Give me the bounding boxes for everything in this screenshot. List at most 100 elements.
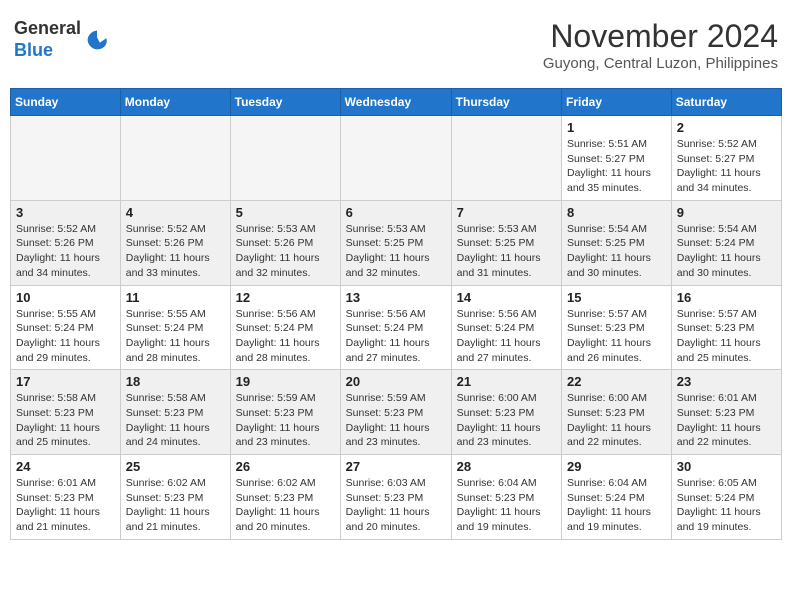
calendar-day-cell — [340, 116, 451, 201]
calendar-day-cell: 16Sunrise: 5:57 AMSunset: 5:23 PMDayligh… — [671, 285, 781, 370]
calendar-day-cell: 6 Sunrise: 5:53 AMSunset: 5:25 PMDaylight… — [340, 200, 451, 285]
calendar-day-cell: 25 Sunrise: 6:02 AMSunset: 5:23 PMDayligh… — [120, 455, 230, 540]
calendar-day-header: Tuesday — [230, 89, 340, 116]
calendar-day-cell: 27 Sunrise: 6:03 AMSunset: 5:23 PMDayligh… — [340, 455, 451, 540]
logo: General Blue — [14, 18, 111, 61]
calendar-day-cell: 17 Sunrise: 5:58 AMSunset: 5:23 PMDayligh… — [11, 370, 121, 455]
day-info: Sunrise: 6:05 AMSunset: 5:24 PMDaylight:… — [677, 476, 776, 535]
day-info: Sunrise: 6:01 AMSunset: 5:23 PMDaylight:… — [16, 476, 115, 535]
day-info: Sunrise: 5:52 AMSunset: 5:26 PMDaylight:… — [16, 222, 115, 281]
calendar-day-cell: 10 Sunrise: 5:55 AMSunset: 5:24 PMDayligh… — [11, 285, 121, 370]
day-info: Sunrise: 5:58 AMSunset: 5:23 PMDaylight:… — [126, 391, 225, 450]
calendar-day-header: Saturday — [671, 89, 781, 116]
day-info: Sunrise: 5:57 AMSunset: 5:23 PMDaylight:… — [567, 307, 666, 366]
calendar-day-header: Sunday — [11, 89, 121, 116]
day-number: 30 — [677, 459, 776, 474]
day-info: Sunrise: 5:55 AMSunset: 5:24 PMDaylight:… — [16, 307, 115, 366]
day-number: 21 — [457, 374, 556, 389]
calendar-day-cell: 22 Sunrise: 6:00 AMSunset: 5:23 PMDayligh… — [562, 370, 672, 455]
logo-general: General — [14, 18, 81, 38]
calendar-day-cell: 20Sunrise: 5:59 AMSunset: 5:23 PMDayligh… — [340, 370, 451, 455]
day-number: 22 — [567, 374, 666, 389]
logo-blue: Blue — [14, 40, 53, 60]
location-title: Guyong, Central Luzon, Philippines — [543, 55, 778, 72]
day-info: Sunrise: 5:55 AMSunset: 5:24 PMDaylight:… — [126, 307, 225, 366]
calendar-day-cell: 3 Sunrise: 5:52 AMSunset: 5:26 PMDaylight… — [11, 200, 121, 285]
day-number: 17 — [16, 374, 115, 389]
day-info: Sunrise: 5:53 AMSunset: 5:25 PMDaylight:… — [346, 222, 446, 281]
title-area: November 2024 Guyong, Central Luzon, Phi… — [543, 18, 778, 72]
calendar-day-header: Friday — [562, 89, 672, 116]
calendar-day-cell: 29 Sunrise: 6:04 AMSunset: 5:24 PMDayligh… — [562, 455, 672, 540]
calendar-day-cell — [451, 116, 561, 201]
calendar-table: SundayMondayTuesdayWednesdayThursdayFrid… — [10, 88, 782, 540]
day-number: 8 — [567, 205, 666, 220]
day-number: 6 — [346, 205, 446, 220]
day-number: 9 — [677, 205, 776, 220]
day-number: 26 — [236, 459, 335, 474]
calendar-day-cell: 30 Sunrise: 6:05 AMSunset: 5:24 PMDayligh… — [671, 455, 781, 540]
day-number: 28 — [457, 459, 556, 474]
day-info: Sunrise: 5:52 AMSunset: 5:27 PMDaylight:… — [677, 137, 776, 196]
page-header: General Blue November 2024 Guyong, Centr… — [10, 10, 782, 80]
calendar-day-cell — [120, 116, 230, 201]
day-number: 23 — [677, 374, 776, 389]
calendar-day-cell: 28 Sunrise: 6:04 AMSunset: 5:23 PMDayligh… — [451, 455, 561, 540]
day-info: Sunrise: 6:04 AMSunset: 5:24 PMDaylight:… — [567, 476, 666, 535]
calendar-week-row: 3 Sunrise: 5:52 AMSunset: 5:26 PMDaylight… — [11, 200, 782, 285]
day-number: 14 — [457, 290, 556, 305]
calendar-day-cell: 2 Sunrise: 5:52 AMSunset: 5:27 PMDaylight… — [671, 116, 781, 201]
day-info: Sunrise: 6:03 AMSunset: 5:23 PMDaylight:… — [346, 476, 446, 535]
day-info: Sunrise: 5:51 AMSunset: 5:27 PMDaylight:… — [567, 137, 666, 196]
day-info: Sunrise: 5:56 AMSunset: 5:24 PMDaylight:… — [346, 307, 446, 366]
day-info: Sunrise: 5:53 AMSunset: 5:25 PMDaylight:… — [457, 222, 556, 281]
day-number: 5 — [236, 205, 335, 220]
day-number: 19 — [236, 374, 335, 389]
calendar-day-cell: 4Sunrise: 5:52 AMSunset: 5:26 PMDaylight… — [120, 200, 230, 285]
day-info: Sunrise: 5:57 AMSunset: 5:23 PMDaylight:… — [677, 307, 776, 366]
day-info: Sunrise: 6:04 AMSunset: 5:23 PMDaylight:… — [457, 476, 556, 535]
calendar-day-cell: 19Sunrise: 5:59 AMSunset: 5:23 PMDayligh… — [230, 370, 340, 455]
day-info: Sunrise: 5:52 AMSunset: 5:26 PMDaylight:… — [126, 222, 225, 281]
calendar-day-cell: 15 Sunrise: 5:57 AMSunset: 5:23 PMDayligh… — [562, 285, 672, 370]
day-number: 13 — [346, 290, 446, 305]
calendar-day-cell: 11Sunrise: 5:55 AMSunset: 5:24 PMDayligh… — [120, 285, 230, 370]
calendar-week-row: 1 Sunrise: 5:51 AMSunset: 5:27 PMDaylight… — [11, 116, 782, 201]
day-info: Sunrise: 6:00 AMSunset: 5:23 PMDaylight:… — [567, 391, 666, 450]
day-info: Sunrise: 6:02 AMSunset: 5:23 PMDaylight:… — [236, 476, 335, 535]
calendar-day-cell: 8 Sunrise: 5:54 AMSunset: 5:25 PMDaylight… — [562, 200, 672, 285]
calendar-day-cell — [230, 116, 340, 201]
day-info: Sunrise: 5:56 AMSunset: 5:24 PMDaylight:… — [457, 307, 556, 366]
calendar-day-cell: 24Sunrise: 6:01 AMSunset: 5:23 PMDayligh… — [11, 455, 121, 540]
calendar-header-row: SundayMondayTuesdayWednesdayThursdayFrid… — [11, 89, 782, 116]
calendar-day-cell — [11, 116, 121, 201]
calendar-day-cell: 1 Sunrise: 5:51 AMSunset: 5:27 PMDaylight… — [562, 116, 672, 201]
day-info: Sunrise: 5:59 AMSunset: 5:23 PMDaylight:… — [346, 391, 446, 450]
calendar-day-cell: 14 Sunrise: 5:56 AMSunset: 5:24 PMDayligh… — [451, 285, 561, 370]
day-number: 1 — [567, 120, 666, 135]
day-number: 2 — [677, 120, 776, 135]
day-number: 18 — [126, 374, 225, 389]
day-number: 10 — [16, 290, 115, 305]
month-title: November 2024 — [543, 18, 778, 55]
logo-icon — [83, 26, 111, 54]
day-number: 3 — [16, 205, 115, 220]
day-number: 25 — [126, 459, 225, 474]
calendar-day-cell: 13 Sunrise: 5:56 AMSunset: 5:24 PMDayligh… — [340, 285, 451, 370]
day-number: 7 — [457, 205, 556, 220]
calendar-day-cell: 9Sunrise: 5:54 AMSunset: 5:24 PMDaylight… — [671, 200, 781, 285]
day-info: Sunrise: 6:02 AMSunset: 5:23 PMDaylight:… — [126, 476, 225, 535]
calendar-day-cell: 23 Sunrise: 6:01 AMSunset: 5:23 PMDayligh… — [671, 370, 781, 455]
calendar-day-header: Wednesday — [340, 89, 451, 116]
calendar-week-row: 24Sunrise: 6:01 AMSunset: 5:23 PMDayligh… — [11, 455, 782, 540]
day-number: 29 — [567, 459, 666, 474]
day-number: 27 — [346, 459, 446, 474]
day-info: Sunrise: 6:01 AMSunset: 5:23 PMDaylight:… — [677, 391, 776, 450]
calendar-day-cell: 12 Sunrise: 5:56 AMSunset: 5:24 PMDayligh… — [230, 285, 340, 370]
day-info: Sunrise: 5:53 AMSunset: 5:26 PMDaylight:… — [236, 222, 335, 281]
day-number: 15 — [567, 290, 666, 305]
day-info: Sunrise: 5:54 AMSunset: 5:25 PMDaylight:… — [567, 222, 666, 281]
day-info: Sunrise: 5:56 AMSunset: 5:24 PMDaylight:… — [236, 307, 335, 366]
day-info: Sunrise: 5:58 AMSunset: 5:23 PMDaylight:… — [16, 391, 115, 450]
day-number: 12 — [236, 290, 335, 305]
